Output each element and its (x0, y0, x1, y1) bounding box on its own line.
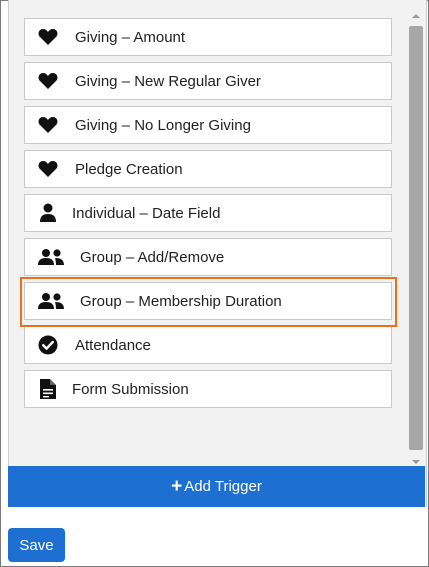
trigger-item-attendance[interactable]: Attendance (24, 326, 392, 364)
scrollbar[interactable] (408, 8, 424, 464)
trigger-item-form-submission[interactable]: Form Submission (24, 370, 392, 408)
heart-icon (37, 158, 59, 180)
save-button[interactable]: Save (8, 528, 65, 562)
scroll-down-arrow-icon[interactable] (411, 454, 421, 464)
scroll-up-arrow-icon[interactable] (411, 8, 421, 18)
person-icon (37, 202, 59, 224)
trigger-label: Giving – No Longer Giving (75, 116, 251, 134)
trigger-label: Giving – New Regular Giver (75, 72, 261, 90)
plus-icon: + (171, 476, 183, 497)
trigger-label: Attendance (75, 336, 151, 354)
trigger-panel: Giving – Amount Giving – New Regular Giv… (8, 0, 427, 507)
trigger-label: Individual – Date Field (72, 204, 221, 222)
trigger-item-giving-amount[interactable]: Giving – Amount (24, 18, 392, 56)
group-icon (37, 290, 65, 312)
trigger-label: Group – Add/Remove (80, 248, 225, 266)
trigger-label: Pledge Creation (75, 160, 183, 178)
trigger-item-group-add-remove[interactable]: Group – Add/Remove (24, 238, 392, 276)
trigger-label: Group – Membership Duration (80, 292, 282, 310)
scrollbar-thumb[interactable] (409, 26, 423, 450)
trigger-label: Form Submission (72, 380, 189, 398)
heart-icon (37, 26, 59, 48)
trigger-item-pledge-creation[interactable]: Pledge Creation (24, 150, 392, 188)
trigger-item-individual-date-field[interactable]: Individual – Date Field (24, 194, 392, 232)
trigger-label: Giving – Amount (75, 28, 186, 46)
heart-icon (37, 70, 59, 92)
document-icon (37, 378, 59, 400)
add-trigger-label: Add Trigger (184, 478, 262, 495)
add-trigger-button[interactable]: + Add Trigger (8, 466, 425, 507)
check-circle-icon (37, 334, 59, 356)
trigger-item-group-membership-duration[interactable]: Group – Membership Duration (24, 282, 392, 320)
heart-icon (37, 114, 59, 136)
trigger-item-giving-new-regular-giver[interactable]: Giving – New Regular Giver (24, 62, 392, 100)
trigger-item-giving-no-longer-giving[interactable]: Giving – No Longer Giving (24, 106, 392, 144)
group-icon (37, 246, 65, 268)
save-label: Save (19, 536, 54, 554)
